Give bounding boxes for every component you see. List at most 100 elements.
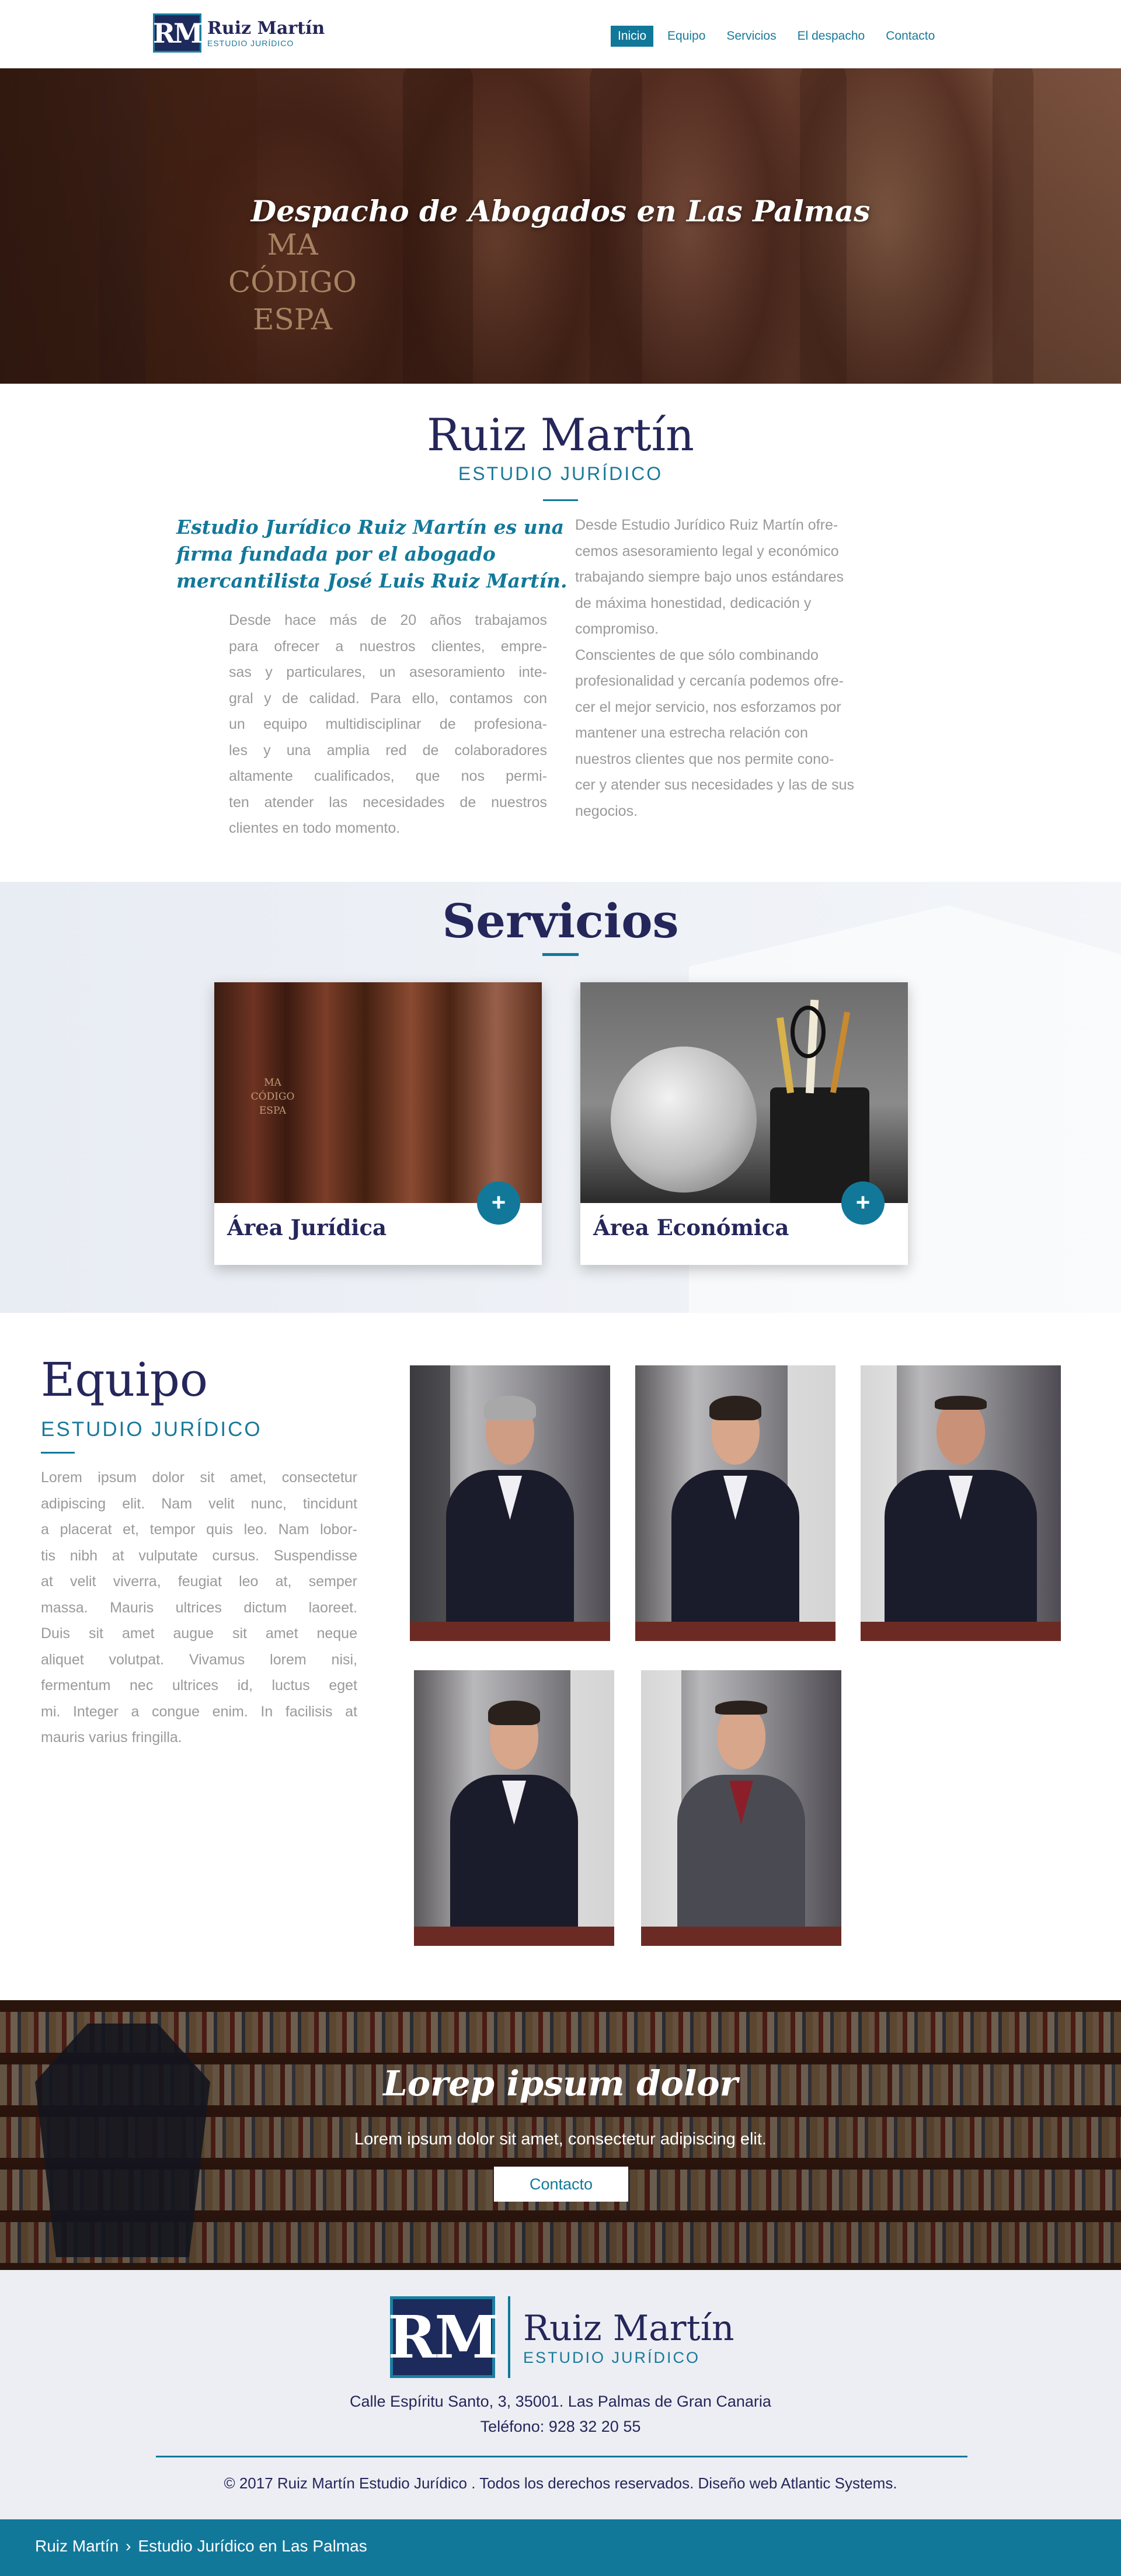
paragraph-line: mantener una estrecha relación con	[575, 725, 808, 741]
footer-logo-mark: RM	[388, 2296, 499, 2378]
team-divider	[41, 1452, 75, 1454]
breadcrumb-home[interactable]: Ruiz Martín	[35, 2537, 119, 2556]
hair	[488, 1700, 541, 1726]
nav-inicio[interactable]: Inicio	[611, 26, 654, 47]
team-member-photo-1[interactable]	[410, 1365, 610, 1641]
intro-divider	[543, 499, 578, 501]
paragraph-line: mauris varius fringilla.	[41, 1729, 182, 1746]
site-header: RM Ruiz Martín ESTUDIO JURÍDICO Inicio E…	[0, 0, 1121, 68]
scissors-icon	[791, 1006, 826, 1058]
paragraph-line: at velit viverra, feugiat leo at, semper	[41, 1573, 357, 1590]
lead-line: firma fundada por el abogado	[176, 543, 496, 565]
paragraph-line: nuestros clientes que nos permite cono-	[575, 750, 834, 767]
book-text-line: MA	[267, 228, 318, 262]
floor	[861, 1621, 1061, 1641]
team-member-photo-5[interactable]	[641, 1670, 841, 1946]
globe-icon	[611, 1047, 757, 1193]
paragraph-line: sas y particulares, un asesoramiento int…	[229, 664, 547, 680]
paragraph-line: altamente cualificados, que nos permi-	[229, 768, 547, 784]
paragraph-line: de máxima honestidad, dedicación y	[575, 595, 812, 611]
paragraph-line: negocios.	[575, 802, 638, 819]
intro-left-paragraph: Desde hace más de 20 años trabajamos par…	[229, 607, 547, 842]
services-divider	[542, 953, 579, 956]
intro-lead: Estudio Jurídico Ruiz Martín es una firm…	[176, 514, 573, 595]
lead-line: Estudio Jurídico Ruiz Martín es una	[176, 516, 564, 538]
service-card-economica[interactable]: + Área Económica	[580, 982, 908, 1265]
breadcrumb-bar: Ruiz Martín › Estudio Jurídico en Las Pa…	[0, 2519, 1121, 2576]
paragraph-line: Desde Estudio Jurídico Ruiz Martín ofre-	[575, 517, 838, 533]
expand-plus-button[interactable]: +	[841, 1181, 885, 1225]
footer-phone: Teléfono: 928 32 20 55	[480, 2418, 641, 2435]
nav-contacto[interactable]: Contacto	[879, 26, 942, 47]
paragraph-line: profesionalidad y cercanía podemos ofre-	[575, 673, 844, 689]
breadcrumb: Ruiz Martín › Estudio Jurídico en Las Pa…	[35, 2537, 367, 2556]
hair	[709, 1395, 762, 1421]
services-section: Servicios MA CÓDIGO ESPA + Área Jurídica…	[0, 882, 1121, 1313]
team-member-photo-2[interactable]	[635, 1365, 835, 1641]
nav-equipo[interactable]: Equipo	[660, 26, 712, 47]
floor	[410, 1621, 610, 1641]
paragraph-line: a placerat et, tempor quis leo. Nam lobo…	[41, 1521, 357, 1538]
intro-title: Ruiz Martín	[427, 409, 694, 461]
floor	[635, 1621, 835, 1641]
contact-button[interactable]: Contacto	[494, 2167, 628, 2202]
paragraph-line: Desde hace más de 20 años trabajamos	[229, 612, 547, 628]
footer-logo-subtitle: ESTUDIO JURÍDICO	[523, 2348, 701, 2366]
service-card-title: Área Económica	[593, 1215, 789, 1240]
nav-servicios[interactable]: Servicios	[719, 26, 783, 47]
paragraph-line: gral y de calidad. Para ello, contamos c…	[229, 690, 547, 707]
footer-logo[interactable]: RM Ruiz Martín ESTUDIO JURÍDICO	[388, 2296, 734, 2378]
book-text-line: MA	[264, 1077, 281, 1089]
paragraph-line: trabajando siempre bajo unos estándares	[575, 569, 844, 585]
face	[937, 1401, 985, 1465]
team-member-photo-3[interactable]	[861, 1365, 1061, 1641]
chevron-right-icon: ›	[126, 2537, 131, 2555]
logo-subtitle: ESTUDIO JURÍDICO	[207, 38, 294, 48]
team-paragraph: Lorem ipsum dolor sit amet, consectetur …	[41, 1465, 357, 1751]
site-footer: RM Ruiz Martín ESTUDIO JURÍDICO Calle Es…	[0, 2270, 1121, 2519]
team-subtitle: ESTUDIO JURÍDICO	[41, 1418, 262, 1441]
paragraph-line: Duis sit amet augue sit amet neque	[41, 1625, 357, 1642]
cta-subtitle: Lorem ipsum dolor sit amet, consectetur …	[354, 2130, 767, 2149]
footer-copyright: © 2017 Ruiz Martín Estudio Jurídico . To…	[224, 2474, 897, 2492]
footer-logo-name: Ruiz Martín	[523, 2307, 734, 2349]
hair	[715, 1700, 768, 1715]
hair	[934, 1395, 987, 1410]
expand-plus-button[interactable]: +	[477, 1181, 520, 1225]
book-lettering: MA CÓDIGO ESPA	[238, 1076, 308, 1118]
services-title: Servicios	[442, 894, 679, 948]
floor	[641, 1926, 841, 1946]
nav-el-despacho[interactable]: El despacho	[791, 26, 872, 47]
paragraph-line: para ofrecer a nuestros clientes, empre-	[229, 638, 547, 655]
team-member-photo-4[interactable]	[414, 1670, 614, 1946]
book-text-line: CÓDIGO	[228, 265, 357, 299]
logo-separator	[508, 2296, 510, 2378]
floor	[414, 1926, 614, 1946]
header-logo[interactable]: RM Ruiz Martín ESTUDIO JURÍDICO	[153, 13, 325, 53]
hair	[483, 1395, 537, 1421]
pencil-icon	[830, 1011, 851, 1093]
face	[717, 1706, 765, 1770]
paragraph-line: cemos asesoramiento legal y económico	[575, 543, 839, 559]
logo-mark: RM	[153, 13, 203, 53]
hero-title: Despacho de Abogados en Las Palmas	[250, 194, 871, 228]
intro-subtitle: ESTUDIO JURÍDICO	[458, 463, 663, 484]
paragraph-line: compromiso.	[575, 621, 659, 637]
logo-name: Ruiz Martín	[207, 18, 325, 39]
book-text-line: CÓDIGO	[250, 1091, 295, 1103]
paragraph-line: massa. Mauris ultrices dictum laoreet.	[41, 1599, 357, 1616]
doorframe	[410, 1365, 450, 1641]
paragraph-line: adipiscing elit. Nam velit nunc, tincidu…	[41, 1495, 357, 1512]
book-text-line: ESPA	[259, 1105, 287, 1117]
law-books-image: MA CÓDIGO ESPA	[214, 982, 542, 1203]
hero-book-lettering: MA CÓDIGO ESPA	[220, 226, 365, 338]
footer-divider	[156, 2456, 967, 2457]
paragraph-line: les y una amplia red de colaboradores	[229, 742, 547, 759]
hero-banner: MA CÓDIGO ESPA Despacho de Abogados en L…	[0, 68, 1121, 384]
team-title: Equipo	[41, 1353, 208, 1407]
paragraph-line: ten atender las necesidades de nuestros	[229, 794, 547, 811]
paragraph-line: clientes en todo momento.	[229, 820, 401, 836]
paragraph-line: cer y atender sus necesidades y las de s…	[575, 777, 855, 793]
paragraph-line: tis nibh at vulputate cursus. Suspendiss…	[41, 1547, 357, 1564]
service-card-juridica[interactable]: MA CÓDIGO ESPA + Área Jurídica	[214, 982, 542, 1265]
